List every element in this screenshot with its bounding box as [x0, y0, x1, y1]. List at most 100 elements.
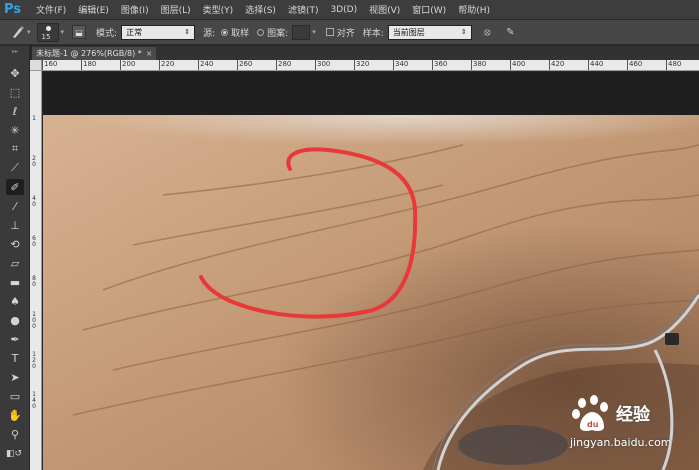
ruler-tick: 420	[548, 60, 565, 70]
pattern-picker[interactable]	[292, 24, 311, 40]
hand-icon[interactable]: ✋	[6, 407, 24, 423]
ruler-tick: 460	[626, 60, 643, 70]
ruler-tick: 280	[275, 60, 292, 70]
mode-label: 模式:	[96, 28, 118, 39]
ruler-tick: 1 2 0	[32, 351, 36, 370]
healing-brush-icon[interactable]: ✐	[6, 179, 24, 195]
options-bar: ▾ 15 ▾ ⬓ 模式: 正常 ⇕ 源: 取样 图案: ▾ 对齐 样本: 当前图…	[0, 20, 699, 45]
ruler-tick: 8 0	[32, 275, 36, 288]
ruler-tick: 300	[314, 60, 331, 70]
shape-icon[interactable]: ▭	[6, 388, 24, 404]
eyedropper-icon[interactable]: ⟋	[6, 160, 24, 176]
menu-layer[interactable]: 图层(L)	[161, 3, 191, 16]
document-tab[interactable]: 未标题-1 @ 276%(RGB/8) * ×	[32, 47, 157, 60]
chevron-down-icon: ⇕	[460, 28, 467, 36]
eraser-icon[interactable]: ▱	[6, 255, 24, 271]
brush-tool-icon[interactable]: ⁄	[6, 198, 24, 214]
ruler-tick: 380	[470, 60, 487, 70]
tool-preset-icon[interactable]	[10, 25, 25, 40]
source-pattern-option[interactable]: 图案:	[257, 26, 288, 39]
menu-edit[interactable]: 编辑(E)	[78, 3, 109, 16]
menu-type[interactable]: 类型(Y)	[203, 3, 234, 16]
document-tab-bar: 未标题-1 @ 276%(RGB/8) * ×	[32, 46, 699, 60]
pattern-arrow-icon[interactable]: ▾	[312, 28, 316, 36]
ruler-tick: 160	[41, 60, 58, 70]
path-select-icon[interactable]: ➤	[6, 369, 24, 385]
aligned-option[interactable]: 对齐	[325, 26, 355, 39]
clone-source-panel-icon[interactable]: ⬓	[72, 25, 87, 39]
photoshop-window: Ps 文件(F) 编辑(E) 图像(I) 图层(L) 类型(Y) 选择(S) 滤…	[0, 0, 699, 470]
baidu-jingyan-watermark: du 经验 jingyan.baidu.com	[570, 395, 699, 455]
magic-wand-icon[interactable]: ✳	[6, 122, 24, 138]
zoom-icon[interactable]: ⚲	[6, 426, 24, 442]
ruler-tick: 340	[392, 60, 409, 70]
crop-tool-icon[interactable]: ⌗	[6, 141, 24, 157]
pattern-radio[interactable]	[257, 28, 265, 36]
ruler-tick: 480	[665, 60, 682, 70]
menu-image[interactable]: 图像(I)	[121, 3, 149, 16]
gradient-icon[interactable]: ▬	[6, 274, 24, 290]
document-tab-title: 未标题-1 @ 276%(RGB/8) *	[36, 49, 142, 58]
ruler-tick: 1 0 0	[32, 311, 36, 330]
panel-collapse-icon[interactable]: ▸▸	[6, 48, 24, 55]
ruler-tick: 320	[353, 60, 370, 70]
vertical-ruler[interactable]: 1 2 0 4 0 6 0 8 0 1 0 0 1 2 0 1 4 0	[30, 60, 42, 470]
menu-bar: Ps 文件(F) 编辑(E) 图像(I) 图层(L) 类型(Y) 选择(S) 滤…	[0, 0, 699, 20]
brush-size-value: 15	[41, 32, 51, 41]
ruler-tick: 360	[431, 60, 448, 70]
move-tool-icon[interactable]: ✥	[6, 65, 24, 81]
ruler-tick: 240	[197, 60, 214, 70]
ruler-tick: 200	[119, 60, 136, 70]
preset-arrow-icon[interactable]: ▾	[27, 28, 31, 36]
dodge-icon[interactable]: ●	[6, 312, 24, 328]
pen-icon[interactable]: ✒	[6, 331, 24, 347]
ignore-adjustment-icon[interactable]: ⦻	[480, 25, 495, 40]
baidu-paw-logo: du	[572, 395, 608, 431]
sample-value: 当前图层	[392, 27, 425, 37]
aligned-checkbox[interactable]	[325, 28, 334, 36]
ruler-tick: 220	[158, 60, 175, 70]
photoshop-logo: Ps	[4, 1, 22, 17]
aligned-label: 对齐	[336, 28, 355, 39]
menu-3d[interactable]: 3D(D)	[330, 5, 357, 15]
tools-panel: ▸▸ ✥ ⬚ ℓ ✳ ⌗ ⟋ ✐ ⁄ ⊥ ⟲ ▱ ▬ ♠ ● ✒ T ➤ ▭ ✋…	[0, 46, 30, 470]
sample-label: 样本:	[362, 28, 384, 39]
type-icon[interactable]: T	[6, 350, 24, 366]
ruler-tick: 4 0	[32, 195, 36, 208]
mode-value: 正常	[126, 27, 143, 37]
stamp-tool-icon[interactable]: ⊥	[6, 217, 24, 233]
color-swatches-icon[interactable]: ◧↺	[4, 446, 24, 462]
close-icon[interactable]: ×	[146, 49, 153, 58]
chevron-down-icon: ⇕	[184, 28, 191, 36]
mode-select[interactable]: 正常 ⇕	[121, 24, 196, 40]
sampled-label: 取样	[231, 28, 250, 39]
ruler-tick: 180	[80, 60, 97, 70]
ruler-tick: 1	[32, 115, 36, 122]
source-label: 源:	[203, 28, 216, 39]
ruler-tick: 2 0	[32, 155, 36, 168]
pasteboard[interactable]	[43, 72, 699, 115]
horizontal-ruler[interactable]: 160 180 200 220 240 260 280 300 320 340 …	[41, 60, 699, 71]
menu-view[interactable]: 视图(V)	[369, 3, 400, 16]
ruler-tick: 6 0	[32, 235, 36, 248]
menu-filter[interactable]: 滤镜(T)	[288, 3, 319, 16]
ruler-origin[interactable]	[30, 60, 42, 71]
ruler-tick: 440	[587, 60, 604, 70]
watermark-brand: 经验	[616, 405, 650, 425]
source-sampled-option[interactable]: 取样	[221, 26, 249, 39]
sampled-radio[interactable]	[221, 28, 229, 36]
menu-file[interactable]: 文件(F)	[36, 3, 66, 16]
brush-arrow-icon[interactable]: ▾	[61, 28, 65, 36]
brush-tip-icon	[45, 25, 51, 31]
history-brush-icon[interactable]: ⟲	[6, 236, 24, 252]
sample-select[interactable]: 当前图层 ⇕	[387, 24, 472, 40]
marquee-tool-icon[interactable]: ⬚	[6, 84, 24, 100]
menu-window[interactable]: 窗口(W)	[412, 3, 446, 16]
lasso-tool-icon[interactable]: ℓ	[6, 103, 24, 119]
blur-icon[interactable]: ♠	[6, 293, 24, 309]
pressure-icon[interactable]: ✎	[503, 25, 518, 40]
brush-size-picker[interactable]: 15	[36, 22, 59, 42]
menu-help[interactable]: 帮助(H)	[458, 3, 490, 16]
ruler-tick: 260	[236, 60, 253, 70]
menu-select[interactable]: 选择(S)	[245, 3, 276, 16]
